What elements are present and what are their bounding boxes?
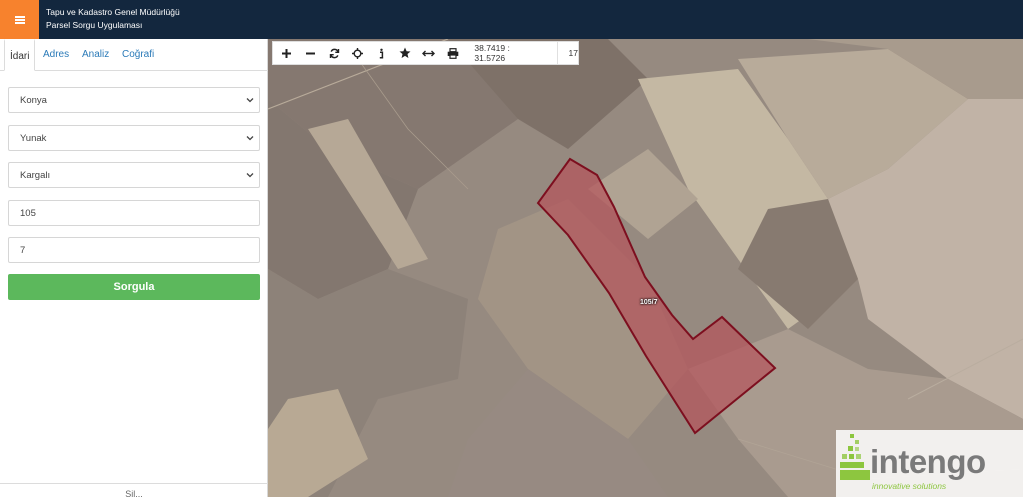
neighborhood-value: Kargalı (20, 169, 51, 181)
print-icon (447, 47, 458, 59)
minus-icon (306, 52, 315, 54)
satellite-imagery (268, 39, 1023, 497)
coordinates-readout: 38.7419 : 31.5726 (474, 43, 510, 63)
refresh-icon (329, 48, 339, 58)
query-button[interactable]: Sorgula (8, 274, 260, 300)
print-button[interactable] (441, 42, 465, 64)
info-button[interactable] (370, 42, 394, 64)
measure-button[interactable] (417, 42, 441, 64)
info-icon (379, 48, 384, 59)
app-title: Tapu ve Kadastro Genel Müdürlüğü (46, 7, 180, 17)
zoom-out-button[interactable] (299, 42, 323, 64)
map-toolbar: 38.7419 : 31.5726 17 (272, 41, 579, 65)
neighborhood-select[interactable]: Kargalı (8, 162, 260, 188)
parcel-value: 7 (20, 244, 26, 256)
header-titles: Tapu ve Kadastro Genel Müdürlüğü Parsel … (46, 6, 180, 32)
crosshair-icon (352, 47, 364, 59)
measure-icon (422, 50, 436, 56)
district-value: Yunak (20, 132, 47, 144)
menu-button[interactable] (0, 0, 39, 39)
favorite-button[interactable] (393, 42, 417, 64)
tab-idari[interactable]: İdari (4, 39, 36, 71)
brand-name: intengo (870, 443, 986, 480)
zoom-level: 17 (557, 42, 578, 64)
chevron-down-icon (246, 173, 254, 178)
tab-cografi[interactable]: Coğrafi (117, 39, 159, 71)
app-subtitle: Parsel Sorgu Uygulaması (46, 20, 143, 30)
map-view[interactable]: 38.7419 : 31.5726 17 105/7 intengo innov… (268, 39, 1023, 497)
tab-bar: İdari Adres Analiz Coğrafi (0, 39, 268, 71)
tab-analiz[interactable]: Analiz (77, 39, 114, 71)
sidebar: İdari Adres Analiz Coğrafi Konya Yunak K… (0, 39, 268, 497)
zoom-in-button[interactable] (275, 42, 299, 64)
hamburger-icon (14, 15, 25, 24)
refresh-button[interactable] (322, 42, 346, 64)
logo-mark-icon (840, 434, 870, 480)
block-value: 105 (20, 207, 36, 219)
plus-icon (282, 48, 292, 58)
chevron-down-icon (246, 136, 254, 141)
tab-adres[interactable]: Adres (38, 39, 74, 71)
intengo-logo: intengo innovative solutions (836, 430, 1023, 497)
block-input[interactable]: 105 (8, 200, 260, 226)
star-icon (399, 47, 411, 58)
parcel-label: 105/7 (640, 299, 658, 306)
parcel-input[interactable]: 7 (8, 237, 260, 263)
chevron-down-icon (246, 98, 254, 103)
brand-tagline: innovative solutions (872, 481, 947, 491)
province-select[interactable]: Konya (8, 87, 260, 113)
locate-button[interactable] (346, 42, 370, 64)
app-header: Tapu ve Kadastro Genel Müdürlüğü Parsel … (0, 0, 1023, 39)
district-select[interactable]: Yunak (8, 125, 260, 151)
province-value: Konya (20, 94, 47, 106)
sidebar-footer[interactable]: Sil... (0, 483, 268, 497)
